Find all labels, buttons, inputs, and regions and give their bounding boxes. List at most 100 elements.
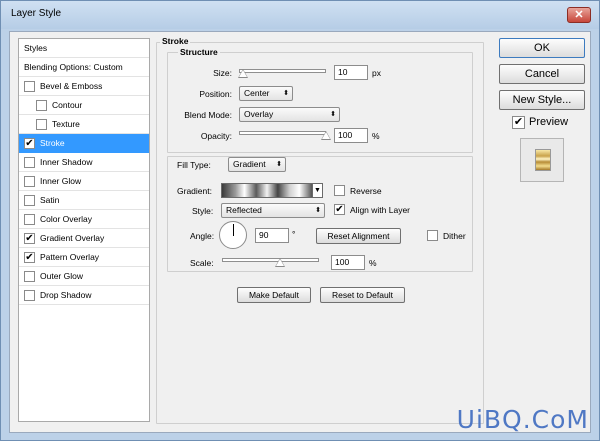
structure-title: Structure	[178, 47, 220, 57]
style-item-contour[interactable]: Contour	[19, 96, 149, 115]
opacity-slider-thumb[interactable]	[321, 131, 331, 140]
style-item-gradient-overlay[interactable]: ✔ Gradient Overlay	[19, 229, 149, 248]
cancel-button[interactable]: Cancel	[499, 64, 585, 84]
preview-checkbox[interactable]: ✔	[512, 116, 525, 129]
angle-dial-needle	[233, 224, 234, 236]
satin-checkbox[interactable]	[24, 195, 35, 206]
gradient-dropdown-arrow-icon[interactable]: ▼	[312, 183, 323, 198]
angle-dial[interactable]	[219, 221, 247, 249]
styles-list: Styles Blending Options: Custom Bevel & …	[18, 38, 150, 422]
gradient-overlay-label: Gradient Overlay	[40, 233, 105, 243]
color-overlay-checkbox[interactable]	[24, 214, 35, 225]
position-select-value: Center	[244, 88, 270, 98]
texture-label: Texture	[52, 119, 80, 129]
blend-mode-select-value: Overlay	[244, 109, 274, 119]
position-label: Position:	[199, 89, 232, 99]
scale-slider[interactable]	[222, 258, 319, 262]
position-select[interactable]: Center ⬍	[239, 86, 293, 101]
style-item-inner-glow[interactable]: Inner Glow	[19, 172, 149, 191]
style-item-drop-shadow[interactable]: Drop Shadow	[19, 286, 149, 305]
inner-shadow-checkbox[interactable]	[24, 157, 35, 168]
blend-mode-chevron-icon: ⬍	[330, 111, 336, 118]
align-with-layer-checkbox[interactable]: ✔	[334, 204, 345, 215]
angle-input[interactable]: 90	[255, 228, 289, 243]
blending-options-item[interactable]: Blending Options: Custom	[19, 58, 149, 77]
size-label: Size:	[213, 68, 232, 78]
scale-label: Scale:	[190, 258, 214, 268]
bevel-emboss-checkbox[interactable]	[24, 81, 35, 92]
angle-label: Angle:	[190, 231, 215, 241]
fill-type-label: Fill Type:	[177, 160, 211, 170]
blend-mode-select[interactable]: Overlay ⬍	[239, 107, 340, 122]
texture-checkbox[interactable]	[36, 119, 47, 130]
gradient-picker[interactable]	[221, 183, 313, 198]
title-bar[interactable]: Layer Style ✕	[1, 1, 599, 29]
reverse-checkbox[interactable]	[334, 185, 345, 196]
reset-alignment-button[interactable]: Reset Alignment	[316, 228, 401, 244]
stroke-title: Stroke	[160, 36, 191, 46]
pattern-overlay-checkbox[interactable]: ✔	[24, 252, 35, 263]
angle-unit: °	[292, 229, 296, 239]
fill-type-select-value: Gradient	[233, 159, 266, 169]
stroke-checkbox[interactable]: ✔	[24, 138, 35, 149]
style-item-color-overlay[interactable]: Color Overlay	[19, 210, 149, 229]
size-slider[interactable]	[239, 69, 326, 73]
make-default-button[interactable]: Make Default	[237, 287, 311, 303]
window-title: Layer Style	[11, 8, 62, 19]
reset-to-default-button[interactable]: Reset to Default	[320, 287, 405, 303]
scale-input[interactable]: 100	[331, 255, 365, 270]
blend-mode-label: Blend Mode:	[184, 110, 232, 120]
drop-shadow-label: Drop Shadow	[40, 290, 92, 300]
align-with-layer-label: Align with Layer	[350, 205, 411, 215]
gradient-style-chevron-icon: ⬍	[315, 207, 321, 214]
opacity-unit: %	[372, 131, 380, 141]
watermark-logo: UiBQ.CoM	[456, 405, 589, 434]
inner-shadow-label: Inner Shadow	[40, 157, 93, 167]
dither-checkbox[interactable]	[427, 230, 438, 241]
preview-swatch	[535, 149, 551, 171]
style-item-stroke[interactable]: ✔ Stroke	[19, 134, 149, 153]
fill-type-chevron-icon: ⬍	[276, 161, 282, 168]
dither-label: Dither	[443, 231, 466, 241]
inner-glow-checkbox[interactable]	[24, 176, 35, 187]
inner-glow-label: Inner Glow	[40, 176, 82, 186]
reverse-label: Reverse	[350, 186, 382, 196]
close-button[interactable]: ✕	[567, 7, 591, 23]
style-item-bevel-emboss[interactable]: Bevel & Emboss	[19, 77, 149, 96]
gradient-style-select[interactable]: Reflected ⬍	[221, 203, 325, 218]
contour-checkbox[interactable]	[36, 100, 47, 111]
color-overlay-label: Color Overlay	[40, 214, 92, 224]
style-item-outer-glow[interactable]: Outer Glow	[19, 267, 149, 286]
scale-slider-thumb[interactable]	[275, 258, 286, 267]
size-unit: px	[372, 68, 381, 78]
scale-unit: %	[369, 258, 377, 268]
styles-header[interactable]: Styles	[19, 39, 149, 58]
opacity-label: Opacity:	[200, 131, 232, 141]
outer-glow-checkbox[interactable]	[24, 271, 35, 282]
size-input[interactable]: 10	[334, 65, 368, 80]
style-preview-thumbnail	[520, 138, 564, 182]
dialog-body: Styles Blending Options: Custom Bevel & …	[9, 31, 591, 433]
stroke-label: Stroke	[40, 138, 65, 148]
new-style-button[interactable]: New Style...	[499, 90, 585, 110]
size-slider-thumb[interactable]	[238, 69, 249, 78]
satin-label: Satin	[40, 195, 60, 205]
gradient-label: Gradient:	[177, 186, 212, 196]
style-item-inner-shadow[interactable]: Inner Shadow	[19, 153, 149, 172]
blending-options-label: Blending Options: Custom	[24, 62, 123, 72]
style-item-texture[interactable]: Texture	[19, 115, 149, 134]
bevel-emboss-label: Bevel & Emboss	[40, 81, 103, 91]
opacity-slider[interactable]	[239, 131, 326, 135]
outer-glow-label: Outer Glow	[40, 271, 83, 281]
style-item-pattern-overlay[interactable]: ✔ Pattern Overlay	[19, 248, 149, 267]
gradient-overlay-checkbox[interactable]: ✔	[24, 233, 35, 244]
pattern-overlay-label: Pattern Overlay	[40, 252, 100, 262]
position-chevron-icon: ⬍	[283, 90, 289, 97]
drop-shadow-checkbox[interactable]	[24, 290, 35, 301]
layer-style-dialog: Layer Style ✕ Styles Blending Options: C…	[0, 0, 600, 441]
opacity-input[interactable]: 100	[334, 128, 368, 143]
style-item-satin[interactable]: Satin	[19, 191, 149, 210]
fill-type-select[interactable]: Gradient ⬍	[228, 157, 286, 172]
gradient-style-select-value: Reflected	[226, 205, 262, 215]
ok-button[interactable]: OK	[499, 38, 585, 58]
